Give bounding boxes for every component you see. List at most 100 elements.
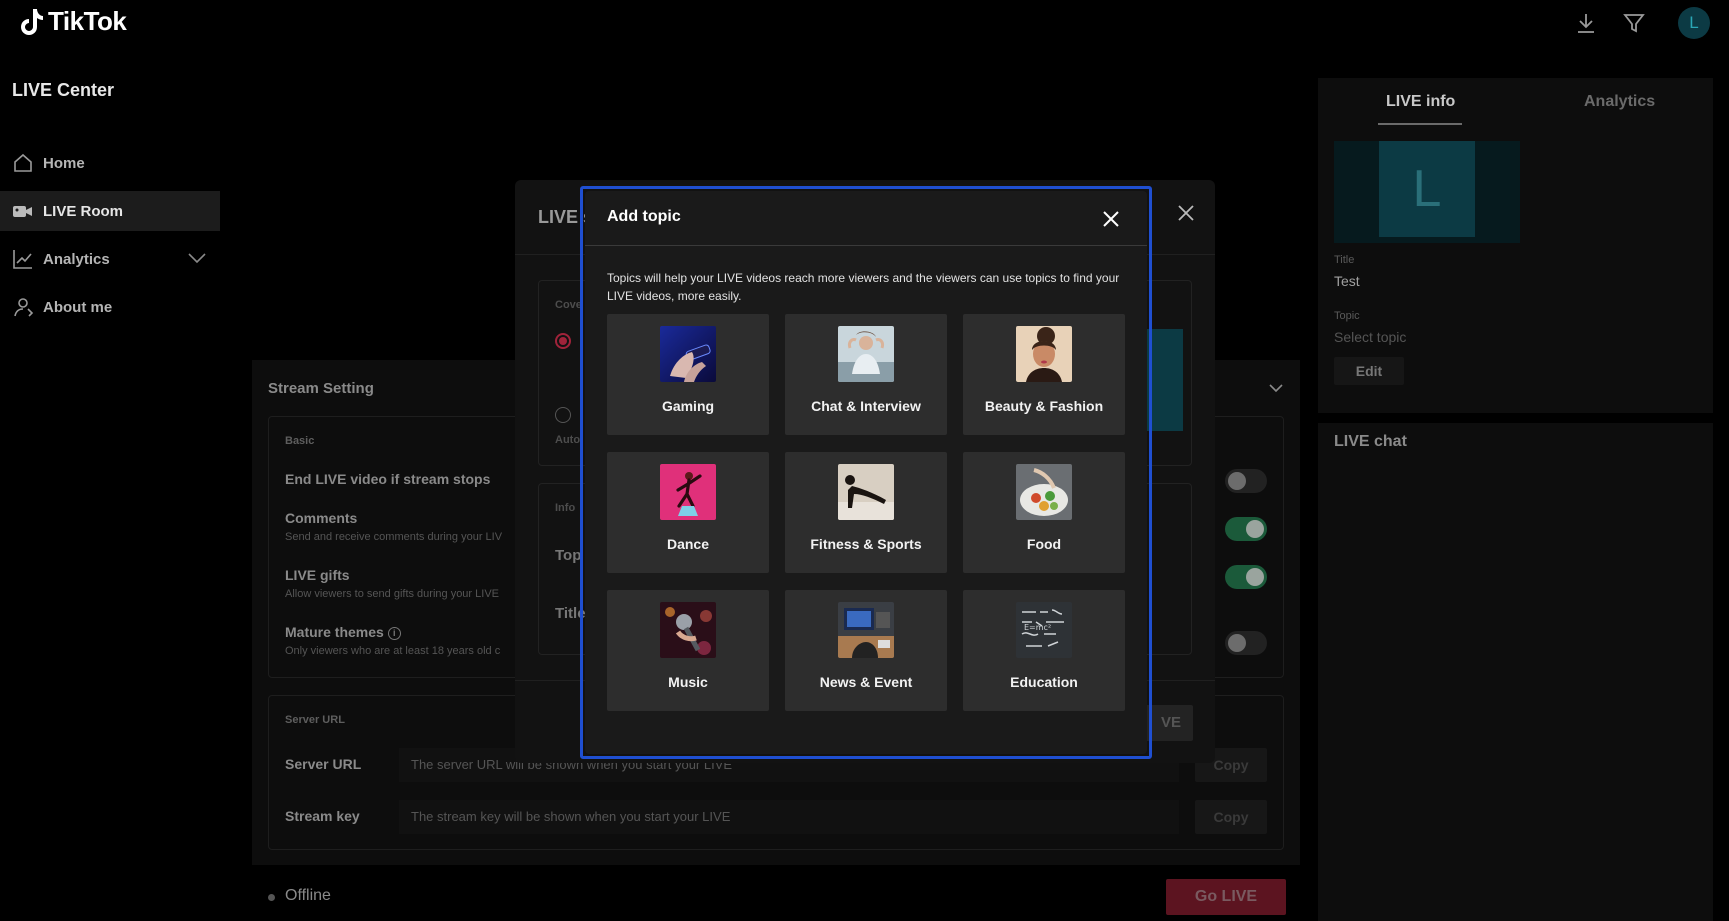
sidebar: LIVE Center Home LIVE Room Analytics Abo…	[0, 46, 226, 921]
download-icon[interactable]	[1573, 10, 1599, 36]
cover-section-label: Cove	[555, 299, 582, 311]
home-icon	[14, 153, 32, 172]
topic-label: Music	[668, 674, 708, 690]
edit-button[interactable]: Edit	[1334, 357, 1404, 385]
live-chat-panel: LIVE chat	[1318, 423, 1713, 921]
cover-radio-custom[interactable]	[555, 333, 571, 349]
sidebar-item-home[interactable]: Home	[0, 143, 220, 183]
music-thumbnail	[660, 602, 716, 658]
setting-comments-desc: Send and receive comments during your LI…	[285, 531, 503, 543]
status-bar: Offline Go LIVE	[252, 875, 1300, 921]
topic-label: Gaming	[661, 398, 715, 414]
topic-card-education[interactable]: E=mc² Education	[963, 590, 1125, 711]
topic-value: Select topic	[1334, 329, 1407, 345]
tab-analytics[interactable]: Analytics	[1584, 93, 1655, 111]
go-live-button[interactable]: Go LIVE	[1166, 879, 1286, 915]
tab-underline	[1378, 123, 1462, 125]
status-text: Offline	[285, 887, 331, 904]
tiktok-logo[interactable]: TikTok	[18, 6, 127, 37]
server-url-label: Server URL	[285, 756, 362, 772]
auto-label: Auto	[555, 434, 581, 446]
topic-card-chat-interview[interactable]: Chat & Interview	[785, 314, 947, 435]
brand-name: TikTok	[48, 6, 127, 36]
topic-label: Topic	[1334, 310, 1360, 322]
close-icon[interactable]	[1102, 210, 1120, 228]
sidebar-title: LIVE Center	[12, 80, 115, 100]
close-icon[interactable]	[1177, 204, 1195, 222]
info-icon[interactable]: i	[387, 627, 401, 640]
stream-key-field: The stream key will be shown when you st…	[399, 800, 1179, 834]
topic-card-beauty-fashion[interactable]: Beauty & Fashion	[963, 314, 1125, 435]
gifts-toggle[interactable]	[1225, 565, 1267, 589]
filter-icon[interactable]	[1621, 10, 1647, 36]
fitness-thumbnail	[838, 464, 894, 520]
basic-label: Basic	[285, 435, 315, 447]
beauty-thumbnail	[1016, 326, 1072, 382]
end-live-toggle[interactable]	[1225, 469, 1267, 493]
topic-label: Fitness & Sports	[810, 536, 922, 552]
topic-card-music[interactable]: Music	[607, 590, 769, 711]
stream-key-label: Stream key	[285, 808, 360, 824]
topic-label: Beauty & Fashion	[984, 398, 1104, 414]
person-icon	[14, 298, 34, 317]
setting-end-live-title: End LIVE video if stream stops	[285, 471, 491, 487]
sidebar-item-about-me[interactable]: About me	[0, 287, 220, 327]
copy-stream-key-button[interactable]: Copy	[1195, 800, 1267, 834]
sidebar-item-label: Analytics	[43, 250, 110, 268]
stream-setting-title: Stream Setting	[268, 380, 374, 397]
dance-thumbnail	[660, 464, 716, 520]
sidebar-item-analytics[interactable]: Analytics	[0, 239, 220, 279]
setting-comments-title: Comments	[285, 510, 358, 526]
modal-divider	[585, 245, 1147, 246]
topic-card-food[interactable]: Food	[963, 452, 1125, 573]
topic-label: News & Event	[819, 674, 913, 690]
cover-radio-auto[interactable]	[555, 407, 571, 423]
cover-avatar: L	[1379, 141, 1475, 237]
status-dot-icon	[268, 894, 275, 901]
app-root: TikTok L LIVE Center Home LIVE Room Anal…	[0, 0, 1729, 921]
title-value: Test	[1334, 273, 1360, 289]
sidebar-item-label: About me	[43, 298, 113, 316]
chart-line-icon	[13, 250, 32, 269]
setting-gifts-desc: Allow viewers to send gifts during your …	[285, 588, 499, 600]
title-label: Title	[1334, 254, 1355, 266]
chevron-down-icon[interactable]	[188, 251, 206, 265]
top-bar: TikTok L	[0, 0, 1729, 46]
topic-card-news-event[interactable]: News & Event	[785, 590, 947, 711]
live-info-panel: LIVE info Analytics L Title Test Topic S…	[1318, 78, 1713, 413]
sidebar-item-label: Home	[43, 154, 85, 172]
info-section-label: Info	[555, 502, 576, 514]
topic-card-fitness-sports[interactable]: Fitness & Sports	[785, 452, 947, 573]
modal-title: Add topic	[607, 208, 681, 225]
gaming-thumbnail	[660, 326, 716, 382]
add-topic-modal: Add topic Topics will help your LIVE vid…	[585, 191, 1147, 754]
tiktok-note-icon	[21, 8, 43, 35]
topic-card-gaming[interactable]: Gaming	[607, 314, 769, 435]
topic-label: Dance	[666, 536, 710, 552]
user-avatar[interactable]: L	[1678, 7, 1710, 39]
news-thumbnail	[838, 602, 894, 658]
setting-mature-title: Mature themes i	[285, 624, 401, 640]
cover-image[interactable]: L	[1334, 141, 1520, 243]
topic-label: Chat & Interview	[811, 398, 921, 414]
tab-live-info[interactable]: LIVE info	[1386, 93, 1455, 111]
food-thumbnail	[1016, 464, 1072, 520]
sidebar-item-live-room[interactable]: LIVE Room	[0, 191, 220, 231]
svg-text:E=mc²: E=mc²	[1024, 623, 1051, 632]
setting-mature-desc: Only viewers who are at least 18 years o…	[285, 645, 501, 657]
topic-label: Education	[1010, 674, 1078, 690]
topic-field-label: Top	[555, 547, 582, 564]
topic-label: Food	[1026, 536, 1062, 552]
chevron-down-icon[interactable]	[1268, 382, 1284, 394]
mature-toggle[interactable]	[1225, 631, 1267, 655]
chat-thumbnail	[838, 326, 894, 382]
education-thumbnail: E=mc²	[1016, 602, 1072, 658]
sidebar-item-label: LIVE Room	[43, 202, 124, 220]
live-chat-title: LIVE chat	[1334, 433, 1407, 450]
server-label: Server URL	[285, 714, 345, 726]
modal-description: Topics will help your LIVE videos reach …	[607, 271, 1120, 303]
video-camera-icon	[13, 206, 32, 217]
topic-card-dance[interactable]: Dance	[607, 452, 769, 573]
comments-toggle[interactable]	[1225, 517, 1267, 541]
setting-mature-label: Mature themes	[285, 624, 384, 640]
